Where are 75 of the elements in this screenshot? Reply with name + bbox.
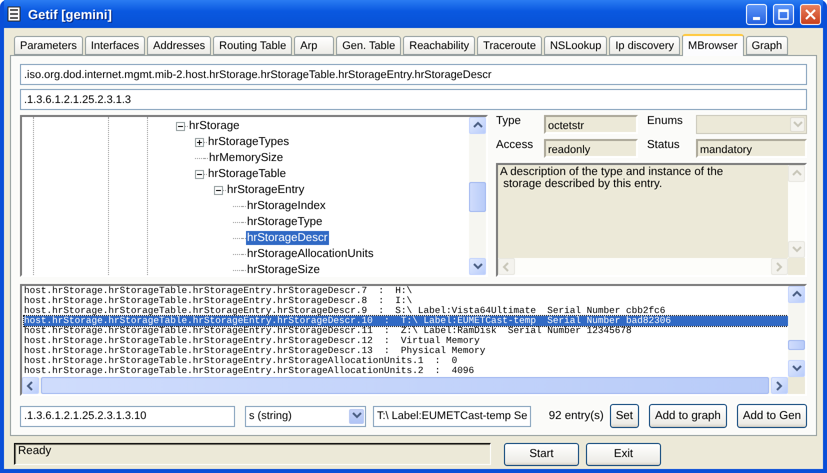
- tab[interactable]: Traceroute: [477, 36, 542, 55]
- oid-name-field[interactable]: .iso.org.dod.internet.mgmt.mib-2.host.hrStorage.hrStorageTable.hrStorageEntry.hrStorageDescr: [20, 64, 807, 85]
- scroll-thumb[interactable]: [788, 340, 805, 350]
- minimize-icon: [753, 16, 760, 20]
- collapse-icon[interactable]: [214, 186, 223, 194]
- collapse-icon[interactable]: [176, 122, 185, 130]
- result-row[interactable]: host.hrStorage.hrStorageTable.hrStorageEntry.hrStorageDescr.11 : Z:\ Label:RamDisk Serial Number 12345678: [24, 326, 788, 336]
- tab[interactable]: Graph: [746, 36, 788, 55]
- scrollbar-corner: [788, 377, 805, 394]
- oid-number-field[interactable]: .1.3.6.1.2.1.25.2.3.1.3: [20, 89, 807, 110]
- tree-item[interactable]: hrStorageTypes: [207, 135, 290, 149]
- tab[interactable]: Arp: [294, 36, 334, 55]
- value-input[interactable]: T:\ Label:EUMETCast-temp Se: [373, 406, 531, 426]
- status-bar: Ready: [14, 443, 491, 465]
- oid-input[interactable]: .1.3.6.1.2.1.25.2.3.1.3.10: [20, 406, 235, 426]
- minimize-button[interactable]: [746, 4, 767, 24]
- close-button[interactable]: [800, 4, 821, 24]
- app-icon: [6, 6, 22, 22]
- footer-button[interactable]: Exit: [586, 442, 661, 466]
- scroll-up-button[interactable]: [469, 117, 486, 134]
- result-row[interactable]: host.hrStorage.hrStorageTable.hrStorageEntry.hrStorageDescr.12 : Virtual Memory: [24, 336, 788, 346]
- close-icon: [805, 8, 816, 20]
- scroll-left-button[interactable]: [22, 377, 39, 394]
- tree-item[interactable]: hrStorageType: [246, 215, 324, 229]
- type-label: Type: [496, 115, 522, 127]
- tab[interactable]: MBrowser: [682, 34, 744, 56]
- result-row[interactable]: host.hrStorage.hrStorageTable.hrStorageEntry.hrStorageDescr.7 : H:\: [24, 286, 788, 296]
- result-row[interactable]: host.hrStorage.hrStorageTable.hrStorageEntry.hrStorageAllocationUnits.2 : 4096: [24, 366, 788, 376]
- maximize-icon: [778, 8, 789, 20]
- vertical-scrollbar[interactable]: [788, 286, 805, 377]
- maximize-button[interactable]: [773, 4, 794, 24]
- action-button[interactable]: Add to graph: [648, 404, 727, 428]
- caret-icon: [352, 411, 362, 421]
- action-button[interactable]: Set: [610, 404, 639, 428]
- tab[interactable]: Parameters: [14, 36, 83, 55]
- result-row[interactable]: host.hrStorage.hrStorageTable.hrStorageEntry.hrStorageDescr.9 : S:\ Label:Vista64Ultimate Serial Number cbb2fc6: [24, 306, 788, 316]
- tab[interactable]: NSLookup: [544, 36, 608, 55]
- access-value: readonly: [544, 139, 638, 158]
- entry-count: 92 entry(s): [548, 410, 604, 422]
- tree-item[interactable]: hrStorage: [188, 119, 241, 133]
- scroll-up-button[interactable]: [788, 286, 805, 303]
- status-value: mandatory: [696, 139, 807, 158]
- access-label: Access: [496, 139, 534, 151]
- result-row[interactable]: host.hrStorage.hrStorageTable.hrStorageEntry.hrStorageAllocationUnits.1 : 0: [24, 356, 788, 366]
- scroll-down-button[interactable]: [788, 360, 805, 377]
- footer-button[interactable]: Start: [504, 442, 579, 466]
- tab[interactable]: Routing Table: [213, 36, 292, 55]
- window-title: Getif [gemini]: [28, 6, 113, 22]
- action-button[interactable]: Add to Gen: [736, 404, 807, 428]
- description-text: A description of the type and instance of the storage described by this entry.: [499, 165, 724, 191]
- result-row[interactable]: host.hrStorage.hrStorageTable.hrStorageEntry.hrStorageDescr.13 : Physical Memory: [24, 346, 788, 356]
- expand-icon[interactable]: [195, 138, 204, 146]
- result-row[interactable]: host.hrStorage.hrStorageTable.hrStorageEntry.hrStorageDescr.10 : T:\ Label:EUMETCast-temp Serial Number bad82306: [24, 316, 788, 326]
- status-label: Status: [647, 139, 681, 151]
- collapse-icon[interactable]: [195, 170, 204, 178]
- tree-item[interactable]: hrStorageIndex: [246, 199, 327, 213]
- enums-label: Enums: [647, 115, 684, 127]
- vertical-scrollbar[interactable]: [469, 117, 486, 275]
- scroll-right-button[interactable]: [771, 377, 788, 394]
- scroll-down-button[interactable]: [469, 258, 486, 275]
- tab[interactable]: Addresses: [147, 36, 212, 55]
- tree-item[interactable]: hrMemorySize: [208, 151, 284, 165]
- type-value: octetstr: [544, 115, 638, 134]
- tree-item[interactable]: hrStorageDescr: [246, 231, 329, 245]
- result-row[interactable]: host.hrStorage.hrStorageTable.hrStorageEntry.hrStorageDescr.8 : I:\: [24, 296, 788, 306]
- scroll-thumb[interactable]: [469, 182, 486, 212]
- tree-item[interactable]: hrStorageAllocationUnits: [246, 247, 375, 261]
- tree-item[interactable]: hrStorageTable: [207, 167, 287, 181]
- type-dropdown[interactable]: s (string): [245, 406, 366, 426]
- caret-icon: [792, 120, 802, 130]
- tab[interactable]: Gen. Table: [336, 36, 402, 55]
- tree-item[interactable]: hrStorageEntry: [226, 183, 306, 197]
- tab[interactable]: Ip discovery: [609, 36, 680, 55]
- tab[interactable]: Interfaces: [84, 36, 146, 55]
- tab[interactable]: Reachability: [403, 36, 476, 55]
